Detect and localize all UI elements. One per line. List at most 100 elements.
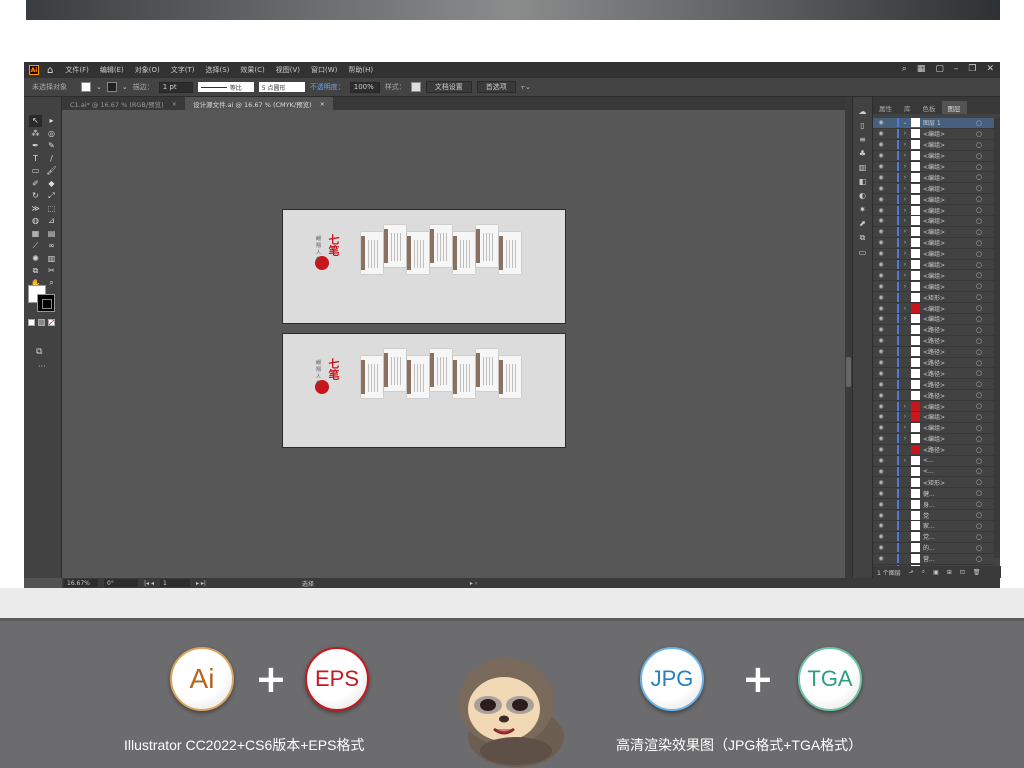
- rotate-tool-icon[interactable]: ↻: [29, 190, 42, 202]
- menu-item[interactable]: 帮助(H): [348, 65, 373, 75]
- expand-chevron-icon[interactable]: ›: [899, 435, 911, 442]
- target-circle-icon[interactable]: ○: [976, 206, 982, 214]
- layer-row[interactable]: ◉ <... ○: [873, 466, 994, 478]
- layer-row[interactable]: ◉ › <编组> ○: [873, 194, 994, 206]
- target-circle-icon[interactable]: ○: [976, 435, 982, 443]
- paintbrush-icon[interactable]: 🖌: [45, 165, 58, 177]
- visibility-eye-icon[interactable]: ◉: [873, 185, 889, 192]
- expand-chevron-icon[interactable]: ›: [899, 413, 911, 420]
- visibility-eye-icon[interactable]: ◉: [873, 305, 889, 312]
- expand-chevron-icon[interactable]: ›: [899, 424, 911, 431]
- symbol-sprayer-icon[interactable]: ✺: [29, 253, 42, 265]
- target-circle-icon[interactable]: ○: [976, 337, 982, 345]
- visibility-eye-icon[interactable]: ◉: [873, 348, 889, 355]
- gradient-tool-icon[interactable]: ▤: [45, 228, 58, 240]
- target-circle-icon[interactable]: ○: [976, 152, 982, 160]
- target-circle-icon[interactable]: ○: [976, 163, 982, 171]
- visibility-eye-icon[interactable]: ◉: [873, 512, 889, 519]
- clipping-mask-icon[interactable]: ▣: [933, 569, 939, 576]
- visibility-eye-icon[interactable]: ◉: [873, 174, 889, 181]
- layer-row[interactable]: ◉ › <编组> ○: [873, 281, 994, 293]
- zoom-field[interactable]: 16.67%: [64, 579, 98, 587]
- brush-select[interactable]: 5 点圆形: [258, 82, 305, 92]
- visibility-eye-icon[interactable]: ◉: [873, 163, 889, 170]
- color-guide-icon[interactable]: ✷: [859, 205, 866, 214]
- layer-row[interactable]: ◉ 党... ○: [873, 532, 994, 543]
- artboard-tool-icon[interactable]: ⧉: [29, 265, 42, 277]
- visibility-eye-icon[interactable]: ◉: [873, 370, 889, 377]
- target-circle-icon[interactable]: ○: [976, 457, 982, 465]
- visibility-eye-icon[interactable]: ◉: [873, 152, 889, 159]
- canvas[interactable]: 翩翔人生 七笔 翩翔人生 七笔: [62, 110, 845, 578]
- layer-row[interactable]: ◉ › <编组> ○: [873, 183, 994, 195]
- menu-item[interactable]: 视图(V): [276, 65, 300, 75]
- edit-toolbar-icon[interactable]: ⧉: [36, 347, 42, 357]
- expand-chevron-icon[interactable]: ›: [899, 207, 911, 214]
- menu-item[interactable]: 文件(F): [65, 65, 89, 75]
- visibility-eye-icon[interactable]: ◉: [873, 533, 889, 540]
- export-icon[interactable]: ⬈: [859, 219, 866, 228]
- menu-item[interactable]: 文字(T): [171, 65, 195, 75]
- expand-chevron-icon[interactable]: ›: [899, 261, 911, 268]
- style-swatch[interactable]: [410, 82, 421, 92]
- arrange-icon[interactable]: ▦: [917, 64, 926, 74]
- layer-row[interactable]: ◉ › <编组> ○: [873, 303, 994, 315]
- target-circle-icon[interactable]: ○: [976, 173, 982, 181]
- target-circle-icon[interactable]: ○: [976, 293, 982, 301]
- rotate-field[interactable]: 0°: [104, 579, 138, 587]
- visibility-eye-icon[interactable]: ◉: [873, 119, 889, 126]
- close-icon[interactable]: ✕: [986, 64, 994, 74]
- close-tab-icon[interactable]: ×: [172, 100, 177, 108]
- layer-row[interactable]: ◉ <路径> ○: [873, 347, 994, 358]
- export-icon[interactable]: ⬏: [909, 569, 914, 576]
- target-circle-icon[interactable]: ○: [976, 261, 982, 269]
- layer-row[interactable]: ◉ <路径> ○: [873, 358, 994, 369]
- visibility-eye-icon[interactable]: ◉: [873, 424, 889, 431]
- visibility-eye-icon[interactable]: ◉: [873, 326, 889, 333]
- new-sublayer-icon[interactable]: ⊞: [947, 569, 952, 576]
- visibility-eye-icon[interactable]: ◉: [873, 435, 889, 442]
- layer-row[interactable]: ◉ › <编组> ○: [873, 249, 994, 260]
- next-artboard-icon[interactable]: ▸ ▸|: [196, 580, 206, 587]
- align-panel-icon[interactable]: ▥: [859, 163, 867, 172]
- expand-chevron-icon[interactable]: ›: [899, 283, 911, 290]
- visibility-eye-icon[interactable]: ◉: [873, 555, 889, 562]
- expand-chevron-icon[interactable]: ›: [899, 305, 911, 312]
- layer-row[interactable]: ◉ <矩形> ○: [873, 292, 994, 304]
- align-icon[interactable]: ⫟⌄: [521, 83, 531, 92]
- target-circle-icon[interactable]: ○: [976, 228, 982, 236]
- layer-row[interactable]: ◉ <路径> ○: [873, 368, 994, 380]
- layer-row[interactable]: ◉ › <编组> ○: [873, 129, 994, 140]
- visibility-eye-icon[interactable]: ◉: [873, 479, 889, 486]
- target-circle-icon[interactable]: ○: [976, 315, 982, 323]
- mesh-tool-icon[interactable]: ▦: [29, 228, 42, 240]
- document-icon[interactable]: ▯: [860, 121, 864, 130]
- stroke-weight-input[interactable]: 1 pt: [158, 81, 193, 93]
- selection-tool-icon[interactable]: ↖: [29, 115, 42, 127]
- layer-row[interactable]: ◉ › <编组> ○: [873, 151, 994, 162]
- layer-row[interactable]: ◉ › <编组> ○: [873, 423, 994, 434]
- target-circle-icon[interactable]: ○: [976, 500, 982, 508]
- target-circle-icon[interactable]: ○: [976, 544, 982, 552]
- tab-layers[interactable]: 图层: [941, 101, 967, 114]
- expand-chevron-icon[interactable]: ›: [899, 141, 911, 148]
- visibility-eye-icon[interactable]: ◉: [873, 261, 889, 268]
- target-circle-icon[interactable]: ○: [976, 217, 982, 225]
- chevron-down-icon[interactable]: ⌄: [96, 83, 102, 91]
- artboard[interactable]: 翩翔人生 七笔: [282, 209, 566, 324]
- locate-object-icon[interactable]: ⌕: [922, 568, 925, 576]
- layer-row[interactable]: ◉ <路径> ○: [873, 325, 994, 336]
- visibility-eye-icon[interactable]: ◉: [873, 468, 889, 475]
- tab-swatches[interactable]: 色板: [917, 101, 942, 114]
- layer-row[interactable]: ◉ › <编组> ○: [873, 270, 994, 282]
- preferences-button[interactable]: 首选项: [476, 81, 516, 93]
- appearance-icon[interactable]: ☁: [859, 107, 867, 116]
- target-circle-icon[interactable]: ○: [976, 184, 982, 192]
- layer-row[interactable]: ◉ 健... ○: [873, 488, 994, 500]
- gradient-panel-icon[interactable]: ◧: [859, 177, 867, 186]
- visibility-eye-icon[interactable]: ◉: [873, 490, 889, 497]
- layer-row[interactable]: ◉ <路径> ○: [873, 390, 994, 402]
- layer-row[interactable]: ◉ › <编组> ○: [873, 434, 994, 445]
- visibility-eye-icon[interactable]: ◉: [873, 381, 889, 388]
- target-circle-icon[interactable]: ○: [976, 391, 982, 399]
